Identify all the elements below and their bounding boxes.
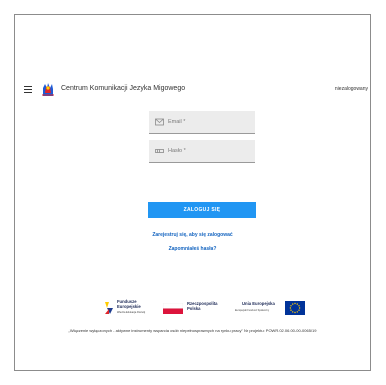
- register-link[interactable]: Zarejestruj się, aby się zalogować: [15, 232, 370, 238]
- hand-logo-icon[interactable]: [40, 81, 56, 97]
- ue-subtitle: Europejski Fundusz Społeczny: [235, 309, 270, 312]
- email-field[interactable]: [149, 111, 255, 134]
- polish-flag-icon: [163, 303, 183, 314]
- top-bar: Centrum Komunikacji Jezyka Migowego niez…: [15, 79, 370, 101]
- project-note: „Włączenie wyłączonych - aktywne instrum…: [68, 328, 317, 333]
- email-input[interactable]: [168, 116, 250, 128]
- ue-title: Unia Europejska: [242, 301, 275, 306]
- forgot-password-link[interactable]: Zapomniałeś hasła?: [15, 246, 370, 252]
- key-icon: [155, 149, 164, 153]
- browser-frame: Centrum Komunikacji Jezyka Migowego niez…: [14, 14, 371, 371]
- password-input[interactable]: [168, 145, 250, 157]
- eu-flag-icon: [285, 301, 305, 315]
- hamburger-menu-icon[interactable]: [24, 86, 32, 93]
- password-field[interactable]: [149, 140, 255, 163]
- app-title[interactable]: Centrum Komunikacji Jezyka Migowego: [61, 85, 185, 92]
- pl-title-2: Polska: [187, 306, 201, 311]
- unia-europejska-logo: Unia Europejska Europejski Fundusz Społe…: [234, 298, 306, 318]
- fe-subtitle: Wiedza Edukacja Rozwój: [117, 311, 146, 314]
- envelope-icon: [155, 118, 164, 126]
- sponsor-logos: Fundusze Europejskie Wiedza Edukacja Roz…: [15, 298, 370, 318]
- login-button[interactable]: ZALOGUJ SIĘ: [148, 202, 256, 218]
- login-status: niezalogowany: [334, 86, 368, 92]
- rzeczpospolita-polska-logo: Rzeczpospolita Polska: [163, 298, 221, 318]
- fe-title-2: Europejskie: [117, 304, 141, 309]
- fundusze-europejskie-logo: Fundusze Europejskie Wiedza Edukacja Roz…: [104, 298, 159, 318]
- fe-star-icon: [105, 302, 113, 314]
